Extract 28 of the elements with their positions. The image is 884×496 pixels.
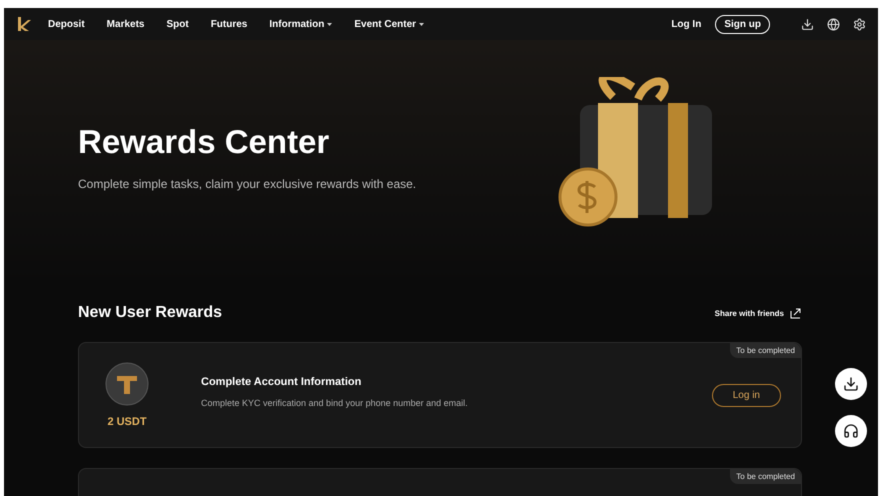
tether-coin-icon <box>105 362 149 406</box>
task-title: Complete Account Information <box>201 376 362 388</box>
download-icon <box>843 376 859 392</box>
nav-link[interactable]: Spot <box>166 18 189 30</box>
share-link[interactable]: Share with friends <box>714 308 802 318</box>
globe-icon[interactable] <box>827 18 840 30</box>
login-button[interactable]: Log in <box>712 384 781 406</box>
support-button[interactable] <box>835 415 867 447</box>
nav-link[interactable]: Markets <box>106 18 144 30</box>
download-button[interactable] <box>835 368 867 400</box>
logo-icon[interactable] <box>16 16 32 32</box>
task-description: Complete KYC verification and bind your phone number and email. <box>201 398 469 408</box>
nav-link[interactable]: Deposit <box>48 18 85 30</box>
headset-icon <box>843 423 859 439</box>
page-title: Rewards Center <box>78 123 330 161</box>
signup-button[interactable]: Sign up <box>715 14 770 34</box>
status-badge: To be completed <box>730 469 801 484</box>
nav-link[interactable]: Futures <box>210 18 248 30</box>
section-title: New User Rewards <box>78 304 222 322</box>
page-subtitle: Complete simple tasks, claim your exclusive rewards with ease. <box>78 177 416 191</box>
status-badge: To be completed <box>730 343 801 358</box>
login-link[interactable]: Log In <box>671 18 702 30</box>
nav-link[interactable]: Information <box>269 18 332 30</box>
settings-icon[interactable] <box>853 18 866 30</box>
reward-amount: 2 USDT <box>107 416 147 428</box>
download-icon[interactable] <box>801 18 814 30</box>
share-icon <box>790 308 802 318</box>
nav-link[interactable]: Event Center <box>354 18 424 30</box>
